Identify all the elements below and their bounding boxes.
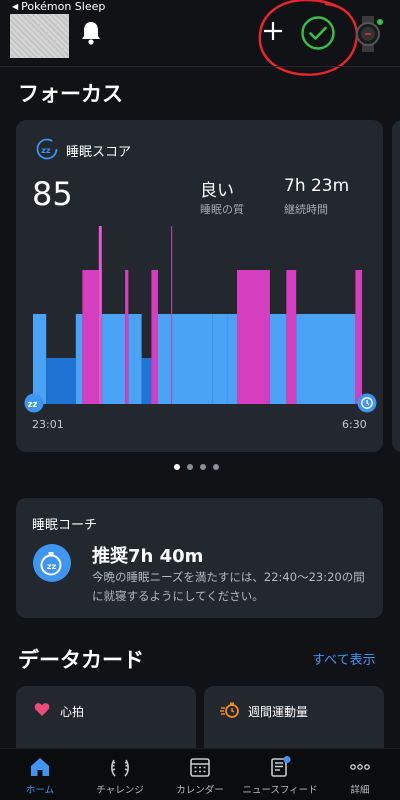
tab-more-label: 詳細 [350,785,370,796]
sleep-coach-title: 睡眠コーチ [32,518,98,533]
focus-section-title: フォーカス [18,82,123,106]
tab-newsfeed-label: ニュースフィード [242,785,318,796]
sleep-duration-label: 継続時間 [284,203,328,216]
tab-home[interactable]: ホーム [0,755,80,796]
profile-thumbnail[interactable] [10,14,69,58]
sleep-stage-segment [158,314,172,404]
svg-text:zz: zz [28,400,38,410]
more-icon [350,764,370,770]
sleep-score-title: 睡眠スコア [66,145,132,160]
sleep-stage-segment [237,270,270,404]
heart-icon [34,703,50,716]
sleep-stage-segment [171,314,213,404]
sleep-stage-segment [46,358,76,404]
wake-clock-icon [357,393,377,413]
sleep-stage-segment [286,270,297,404]
sleep-stage-segment [82,270,99,404]
newsfeed-icon [271,756,291,777]
show-all-link[interactable]: すべて表示 [312,649,376,668]
sleep-stage-spike [98,226,102,404]
bottom-tab-bar: ホーム チャレンジ カレンダー ニュースフィード 詳細 [0,748,400,800]
bedtime-stopwatch-icon: zz [33,544,71,582]
coach-description: 今晩の睡眠ニーズを満たすには、22:40～23:20の間に就寝するようにしてくだ… [92,570,365,603]
back-arrow-icon: ◀ [12,2,19,11]
recommended-sleep: 推奨7h 40m [92,546,204,567]
bell-icon[interactable] [80,20,102,46]
sleep-stage-segment [151,270,158,404]
chart-start-time: 23:01 [32,418,64,431]
pager-dot[interactable] [200,464,206,470]
sleep-duration-value: 7h 23m [284,176,350,196]
carousel-pager[interactable] [174,464,219,470]
sleep-stage-chart[interactable] [33,218,367,406]
data-cards-section-title: データカード [18,648,144,672]
sleep-score-icon: zz [36,138,58,160]
pager-dot[interactable] [187,464,193,470]
back-app-label: Pokémon Sleep [21,0,106,13]
next-card-peek[interactable] [392,120,400,452]
sleep-stage-segment [355,270,362,404]
tab-newsfeed[interactable]: ニュースフィード [240,755,320,796]
screen: ◀ Pokémon Sleep フォーカス zz 睡眠スコア 85 良い 睡眠の… [0,0,400,800]
sleep-stage-segment [212,314,228,404]
tab-calendar-label: カレンダー [176,785,224,796]
tab-calendar[interactable]: カレンダー [160,755,240,796]
sleep-quality-label: 睡眠の質 [200,203,244,216]
sleep-score-value: 85 [32,175,73,213]
smartwatch-icon[interactable] [354,16,384,52]
calendar-icon [190,758,210,777]
tab-challenge-label: チャレンジ [96,785,144,796]
tab-challenge[interactable]: チャレンジ [80,755,160,796]
sleep-start-icon: zz [24,393,44,413]
header-divider [0,66,400,67]
svg-text:zz: zz [47,562,57,571]
back-to-app-link[interactable]: ◀ Pokémon Sleep [12,0,105,13]
sleep-stage-segment [227,314,237,404]
sleep-stage-segment [33,314,47,404]
sleep-stage-segment [141,358,152,404]
sleep-stage-segment [269,314,287,404]
sleep-stage-segment [296,314,356,404]
home-icon [31,758,49,776]
chart-end-time: 6:30 [342,418,367,431]
annotation-circle [258,0,359,76]
sleep-stage-spike [171,226,173,404]
sleep-stage-segment [75,314,83,404]
sleep-stage-segment [102,314,126,404]
sleep-stage-segment [128,314,142,404]
sleep-quality-value: 良い [200,181,234,201]
tab-home-label: ホーム [25,785,55,796]
laurel-icon [111,759,129,777]
heart-rate-label: 心拍 [60,705,85,719]
sleep-stage-segment [125,270,129,404]
pager-dot[interactable] [174,464,180,470]
pager-dot[interactable] [213,464,219,470]
svg-text:zz: zz [41,146,51,155]
weekly-exercise-label: 週間運動量 [248,705,309,719]
stopwatch-run-icon [220,702,239,718]
tab-more[interactable]: 詳細 [320,755,400,796]
